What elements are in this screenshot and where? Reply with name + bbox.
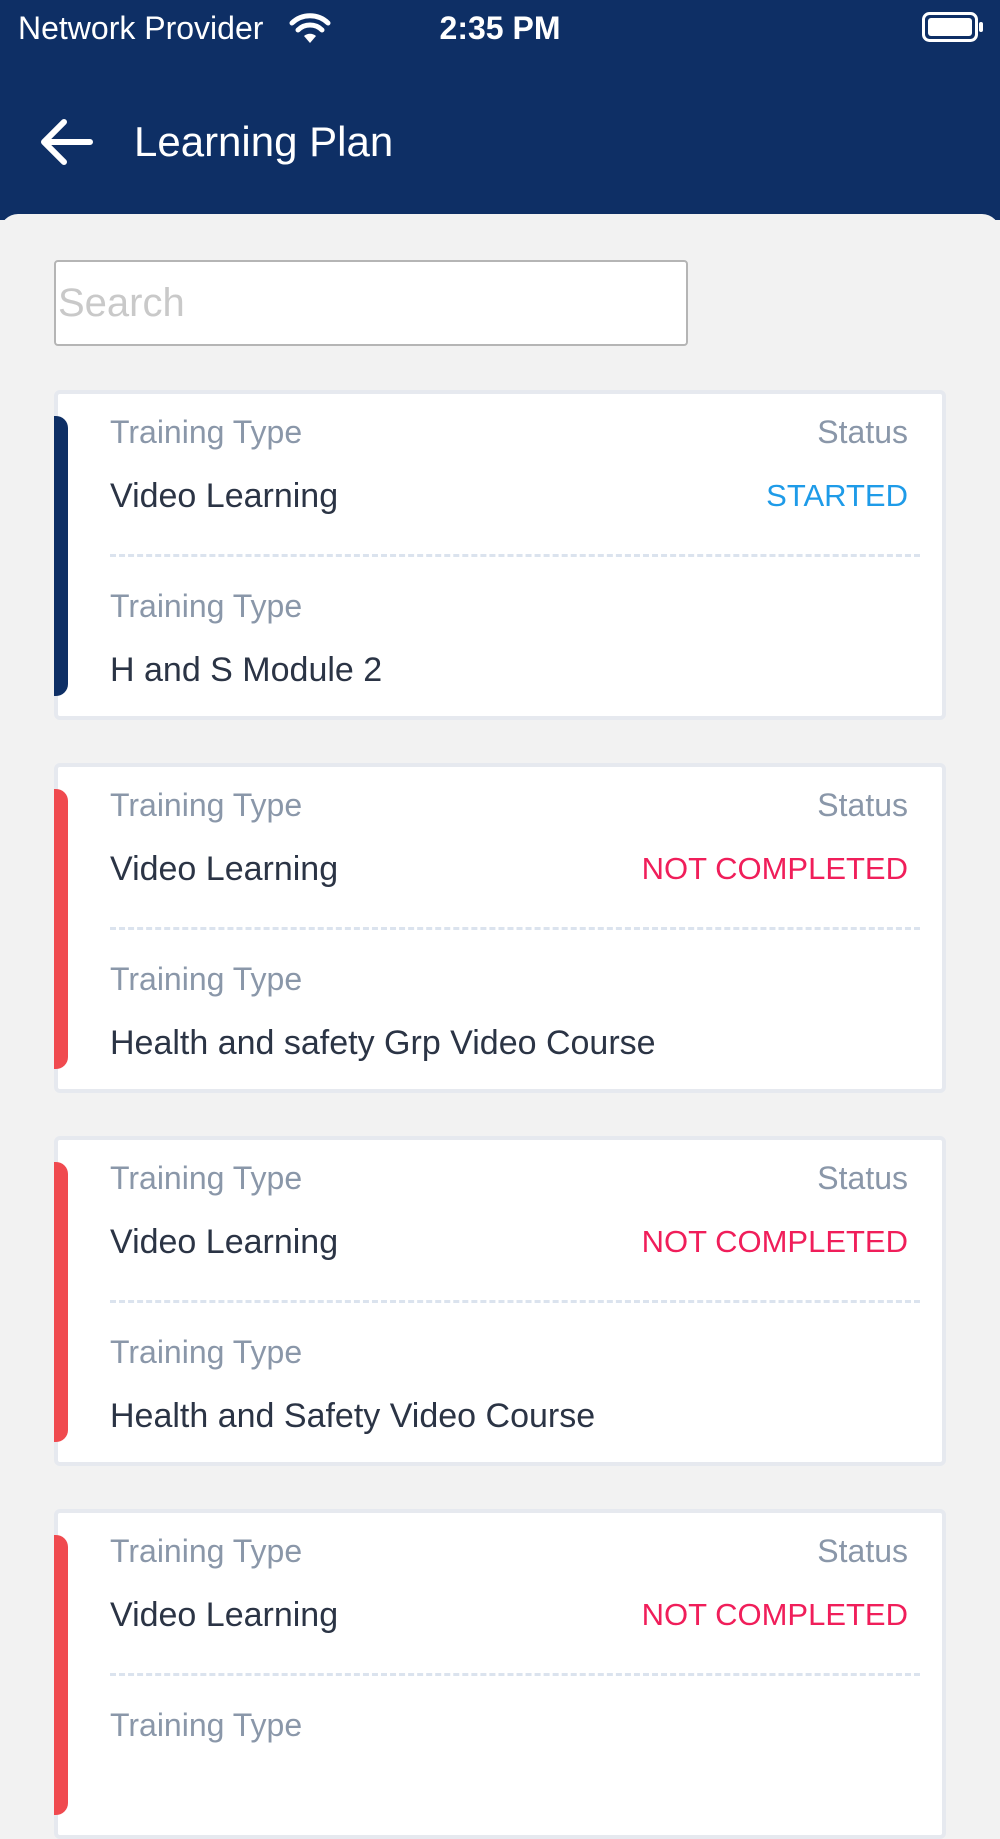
training-type-label: Training Type [110, 414, 303, 450]
training-name-label: Training Type [110, 588, 303, 624]
app-header: Learning Plan [0, 56, 1000, 220]
status-label: Status [817, 787, 908, 823]
training-type-value: Video Learning [110, 1223, 339, 1261]
dashed-divider [110, 927, 920, 930]
training-name-label: Training Type [110, 1707, 303, 1743]
training-name-label: Training Type [110, 1334, 303, 1370]
card-accent-bar [54, 1535, 68, 1815]
training-type-value: Video Learning [110, 477, 339, 515]
status-badge: NOT COMPLETED [641, 851, 908, 886]
card-accent-bar [54, 789, 68, 1069]
status-badge: NOT COMPLETED [641, 1597, 908, 1632]
battery-icon [922, 12, 983, 42]
dashed-divider [110, 1673, 920, 1676]
back-arrow-icon[interactable] [34, 110, 98, 174]
training-type-value: Video Learning [110, 850, 339, 888]
status-label: Status [817, 1160, 908, 1196]
training-name-label: Training Type [110, 961, 303, 997]
training-name-value: Health and safety Grp Video Course [110, 1024, 656, 1062]
search-input[interactable] [54, 260, 688, 346]
status-bar: Network Provider 2:35 PM [0, 0, 1000, 56]
dashed-divider [110, 554, 920, 557]
training-card[interactable]: Training Type Status Video Learning NOT … [54, 1136, 946, 1466]
training-type-value: Video Learning [110, 1596, 339, 1634]
card-accent-bar [54, 416, 68, 696]
training-name-value: Health and Safety Video Course [110, 1397, 596, 1435]
training-type-label: Training Type [110, 1160, 303, 1196]
training-type-label: Training Type [110, 787, 303, 823]
status-badge: STARTED [766, 478, 908, 513]
training-card[interactable]: Training Type Status Video Learning NOT … [54, 1509, 946, 1839]
status-label: Status [817, 1533, 908, 1569]
clock: 2:35 PM [439, 10, 561, 46]
training-type-label: Training Type [110, 1533, 303, 1569]
dashed-divider [110, 1300, 920, 1303]
training-card[interactable]: Training Type Status Video Learning NOT … [54, 763, 946, 1093]
training-card[interactable]: Training Type Status Video Learning STAR… [54, 390, 946, 720]
page-title: Learning Plan [134, 118, 394, 165]
status-badge: NOT COMPLETED [641, 1224, 908, 1259]
card-accent-bar [54, 1162, 68, 1442]
status-label: Status [817, 414, 908, 450]
training-name-value: H and S Module 2 [110, 651, 383, 689]
content-area: Training Type Status Video Learning STAR… [0, 214, 1000, 1839]
